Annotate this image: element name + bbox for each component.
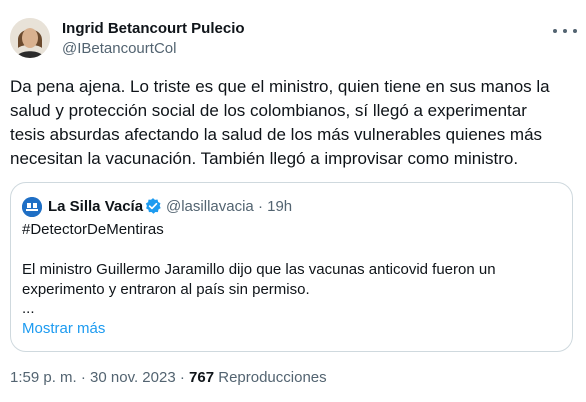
verified-badge-icon <box>144 197 162 215</box>
quoted-avatar[interactable] <box>22 197 42 217</box>
tweet-card: Ingrid Betancourt Pulecio @IBetancourtCo… <box>0 0 586 402</box>
quoted-handle-time: @lasillavacia · 19h <box>166 198 292 215</box>
separator: · <box>257 198 263 215</box>
tweet-text: Da pena ajena. Lo triste es que el minis… <box>10 75 576 171</box>
more-dots-icon <box>553 29 557 33</box>
post-date[interactable]: 30 nov. 2023 <box>90 369 176 386</box>
quoted-body-line: experimento y entraron al país sin permi… <box>22 281 310 298</box>
post-time[interactable]: 1:59 p. m. <box>10 369 77 386</box>
tweet-text-line: tesis absurdas afectando la salud de los… <box>10 125 543 144</box>
tweet-text-line: necesitan la vacunación. También llegó a… <box>10 149 519 168</box>
quoted-body-line: El ministro Guillermo Jaramillo dijo que… <box>22 261 496 278</box>
show-more-link[interactable]: Mostrar más <box>22 320 105 337</box>
tweet-text-line: Da pena ajena. Lo triste es que el minis… <box>10 77 550 96</box>
tweet-meta: 1:59 p. m. · 30 nov. 2023 · 767 Reproduc… <box>10 369 327 386</box>
quoted-handle[interactable]: @lasillavacia <box>166 198 254 215</box>
separator: · <box>179 369 185 386</box>
author-handle[interactable]: @IBetancourtCol <box>62 40 176 57</box>
quoted-body: El ministro Guillermo Jaramillo dijo que… <box>22 260 562 300</box>
tweet-text-line: salud y protección social de los colombi… <box>10 101 527 120</box>
views-label: Reproducciones <box>218 369 327 386</box>
quoted-hashtag: #DetectorDeMentiras <box>22 221 164 238</box>
author-name[interactable]: Ingrid Betancourt Pulecio <box>62 20 245 37</box>
views-count: 767 <box>189 369 215 386</box>
quoted-tweet[interactable]: La Silla Vacía @lasillavacia · 19h #Dete… <box>10 182 573 352</box>
quoted-ellipsis: ... <box>22 300 35 317</box>
separator: · <box>80 369 86 386</box>
quoted-time[interactable]: 19h <box>267 198 292 215</box>
more-options-button[interactable] <box>553 22 577 40</box>
author-avatar[interactable] <box>10 18 50 58</box>
quoted-author-name[interactable]: La Silla Vacía <box>48 198 143 215</box>
